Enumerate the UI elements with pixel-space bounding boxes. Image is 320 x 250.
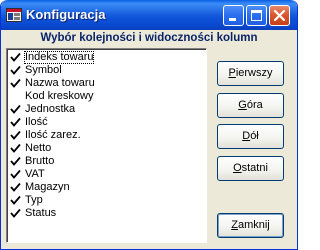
list-item-label: Netto	[25, 142, 52, 154]
list-item-label: Brutto	[25, 155, 55, 167]
checkbox-checked-icon[interactable]	[10, 143, 21, 154]
move-first-button[interactable]: Pierwszy	[217, 61, 284, 86]
list-item-label: Typ	[25, 194, 43, 206]
move-up-label-post: óra	[246, 99, 263, 111]
list-item[interactable]: Ilość	[10, 116, 204, 129]
checkbox-checked-icon[interactable]	[10, 78, 21, 89]
checkbox-checked-icon[interactable]	[10, 104, 21, 115]
minimize-icon	[229, 18, 236, 21]
checkbox-checked-icon[interactable]	[10, 65, 21, 76]
move-first-mnemonic: P	[228, 67, 236, 79]
checkbox-checked-icon[interactable]	[10, 156, 21, 167]
close-label-post: amknij	[237, 219, 270, 231]
list-item[interactable]: Symbol	[10, 64, 204, 77]
checkbox-checked-icon[interactable]	[10, 195, 21, 206]
list-item[interactable]: Magazyn	[10, 181, 204, 194]
list-item-label: Jednostka	[25, 103, 76, 115]
move-last-mnemonic: O	[233, 162, 242, 174]
move-up-mnemonic: G	[238, 99, 247, 111]
list-item-label: Ilość	[25, 116, 48, 128]
checkbox-checked-icon[interactable]	[10, 52, 21, 63]
checkbox-checked-icon[interactable]	[10, 117, 21, 128]
close-button[interactable]: Zamknij	[217, 213, 284, 238]
configuration-dialog: Konfiguracja Wybór kolejności i widoczno…	[0, 0, 298, 250]
list-item-label: Magazyn	[25, 181, 70, 193]
move-down-mnemonic: D	[242, 130, 251, 142]
close-window-button[interactable]	[269, 5, 290, 26]
list-item[interactable]: Nazwa towaru	[10, 77, 204, 90]
checkbox-checked-icon[interactable]	[10, 169, 21, 180]
window-title: Konfiguracja	[26, 7, 106, 22]
title-bar[interactable]: Konfiguracja	[1, 0, 297, 30]
minimize-button[interactable]	[223, 5, 244, 26]
list-item[interactable]: Kod kreskowy	[10, 90, 204, 103]
dialog-heading: Wybór kolejności i widoczności kolumn	[40, 32, 258, 44]
list-item[interactable]: VAT	[10, 168, 204, 181]
app-icon	[6, 7, 22, 23]
checkbox-unchecked[interactable]	[10, 91, 21, 102]
maximize-icon	[251, 10, 262, 21]
list-item[interactable]: Jednostka	[10, 103, 204, 116]
list-item[interactable]: Typ	[10, 194, 204, 207]
move-up-button[interactable]: Góra	[217, 93, 284, 118]
list-item-label: VAT	[25, 168, 45, 180]
move-down-button[interactable]: Dół	[217, 124, 284, 149]
checkbox-checked-icon[interactable]	[10, 182, 21, 193]
list-item-label: Status	[25, 207, 57, 219]
list-item-label: Kod kreskowy	[25, 90, 94, 102]
close-icon	[273, 9, 286, 22]
list-item-label: Ilość zarez.	[25, 129, 81, 141]
list-item-label: Indeks towaru	[24, 51, 95, 64]
list-item-label: Nazwa towaru	[25, 77, 95, 89]
list-item[interactable]: Ilość zarez.	[10, 129, 204, 142]
move-last-label-post: statni	[241, 162, 268, 174]
list-item[interactable]: Netto	[10, 142, 204, 155]
close-mnemonic: Z	[231, 219, 238, 231]
move-down-label-post: ół	[250, 130, 259, 142]
list-item[interactable]: Brutto	[10, 155, 204, 168]
list-item[interactable]: Status	[10, 207, 204, 220]
checkbox-checked-icon[interactable]	[10, 130, 21, 141]
move-last-button[interactable]: Ostatni	[217, 156, 284, 181]
list-item-label: Symbol	[25, 64, 62, 76]
checkbox-checked-icon[interactable]	[10, 208, 21, 219]
list-item[interactable]: Indeks towaru	[10, 51, 204, 64]
move-first-label-post: ierwszy	[235, 67, 273, 79]
column-list[interactable]: Indeks towaru Symbol Nazwa towaru Kod kr…	[6, 48, 207, 243]
maximize-button[interactable]	[246, 5, 267, 26]
